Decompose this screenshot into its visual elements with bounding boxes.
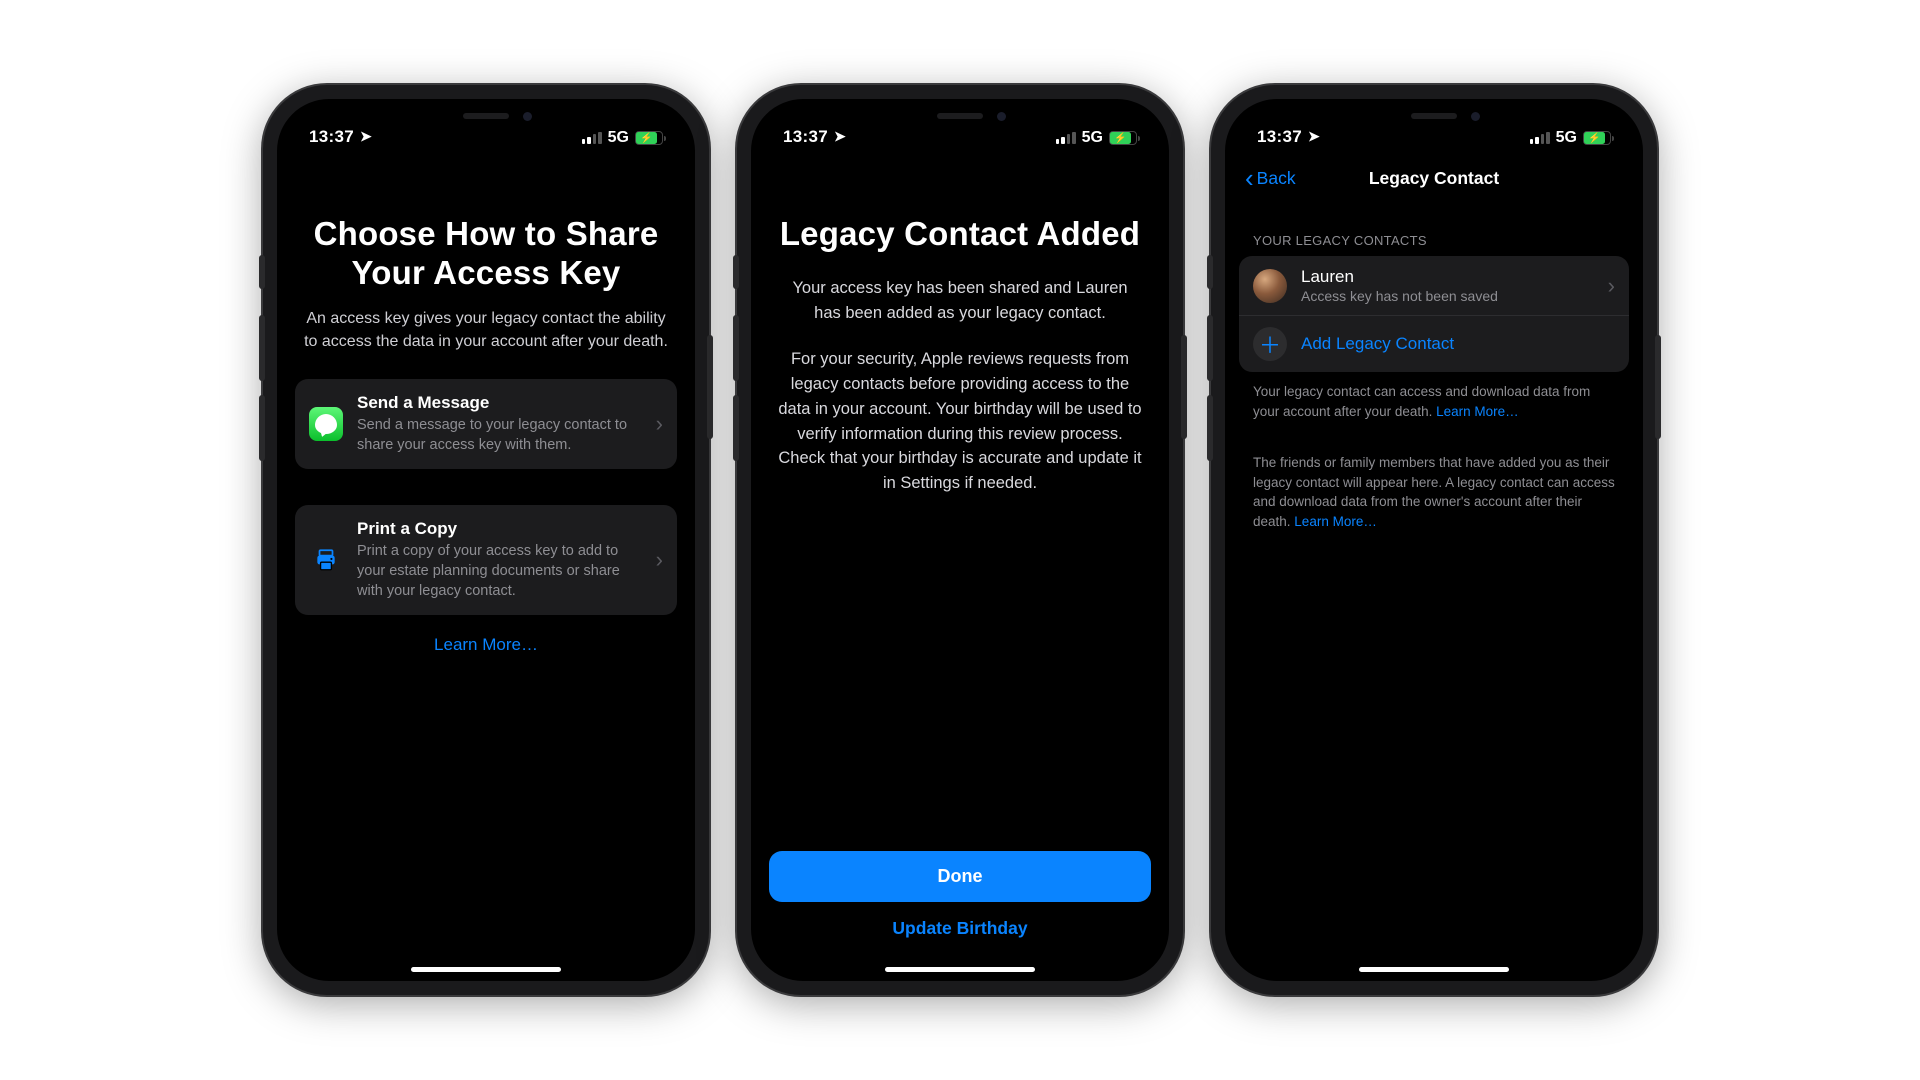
home-indicator[interactable] (1359, 967, 1509, 972)
footer-text-1: Your legacy contact can access and downl… (1239, 372, 1629, 421)
page-subtitle: An access key gives your legacy contact … (295, 307, 677, 353)
network-label: 5G (1082, 129, 1103, 147)
learn-more-link[interactable]: Learn More… (1436, 404, 1519, 419)
print-copy-title: Print a Copy (357, 519, 642, 539)
send-message-option[interactable]: Send a Message Send a message to your le… (295, 379, 677, 469)
footer-text-2: The friends or family members that have … (1239, 443, 1629, 531)
location-arrow-icon: ➤ (1308, 128, 1320, 145)
battery-icon: ⚡ (635, 131, 663, 145)
messages-app-icon (309, 407, 343, 441)
chevron-right-icon: › (656, 547, 663, 573)
cell-signal-icon (1056, 132, 1076, 144)
status-time: 13:37 (1257, 127, 1302, 147)
done-button[interactable]: Done (769, 851, 1151, 902)
status-time: 13:37 (783, 127, 828, 147)
battery-icon: ⚡ (1583, 131, 1611, 145)
chevron-right-icon: › (656, 411, 663, 437)
chevron-right-icon: › (1608, 273, 1615, 299)
page-title: Choose How to Share Your Access Key (295, 215, 677, 293)
back-button[interactable]: ‹ Back (1239, 165, 1296, 191)
learn-more-link[interactable]: Learn More… (295, 635, 677, 655)
battery-icon: ⚡ (1109, 131, 1137, 145)
legacy-contacts-list: Lauren Access key has not been saved › ＋… (1239, 256, 1629, 372)
nav-title: Legacy Contact (1369, 168, 1499, 189)
plus-icon: ＋ (1253, 327, 1287, 361)
contact-sub: Access key has not been saved (1301, 288, 1498, 304)
network-label: 5G (608, 129, 629, 147)
status-time: 13:37 (309, 127, 354, 147)
cell-signal-icon (1530, 132, 1550, 144)
print-copy-option[interactable]: Print a Copy Print a copy of your access… (295, 505, 677, 615)
confirmation-paragraph-2: For your security, Apple reviews request… (769, 347, 1151, 496)
cell-signal-icon (582, 132, 602, 144)
phone-3: 13:37 ➤ 5G ⚡ ‹ Back Legacy Contact YOUR … (1211, 85, 1657, 995)
phone-1: 13:37 ➤ 5G ⚡ Choose How to Share Your Ac… (263, 85, 709, 995)
add-legacy-contact-label: Add Legacy Contact (1301, 334, 1454, 354)
location-arrow-icon: ➤ (834, 128, 846, 145)
legacy-contact-row[interactable]: Lauren Access key has not been saved › (1239, 256, 1629, 316)
home-indicator[interactable] (885, 967, 1035, 972)
contact-avatar (1253, 269, 1287, 303)
phone-2: 13:37 ➤ 5G ⚡ Legacy Contact Added Your a… (737, 85, 1183, 995)
nav-bar: ‹ Back Legacy Contact (1239, 155, 1629, 201)
update-birthday-button[interactable]: Update Birthday (769, 902, 1151, 939)
page-title: Legacy Contact Added (769, 215, 1151, 254)
printer-icon (309, 543, 343, 577)
add-legacy-contact-row[interactable]: ＋ Add Legacy Contact (1239, 316, 1629, 372)
chevron-left-icon: ‹ (1245, 165, 1254, 191)
contact-name: Lauren (1301, 267, 1498, 287)
print-copy-desc: Print a copy of your access key to add t… (357, 542, 642, 601)
home-indicator[interactable] (411, 967, 561, 972)
confirmation-paragraph-1: Your access key has been shared and Laur… (769, 276, 1151, 326)
send-message-desc: Send a message to your legacy contact to… (357, 416, 642, 455)
learn-more-link[interactable]: Learn More… (1294, 514, 1377, 529)
network-label: 5G (1556, 129, 1577, 147)
location-arrow-icon: ➤ (360, 128, 372, 145)
section-header: YOUR LEGACY CONTACTS (1253, 233, 1615, 248)
back-label: Back (1257, 168, 1296, 189)
send-message-title: Send a Message (357, 393, 642, 413)
